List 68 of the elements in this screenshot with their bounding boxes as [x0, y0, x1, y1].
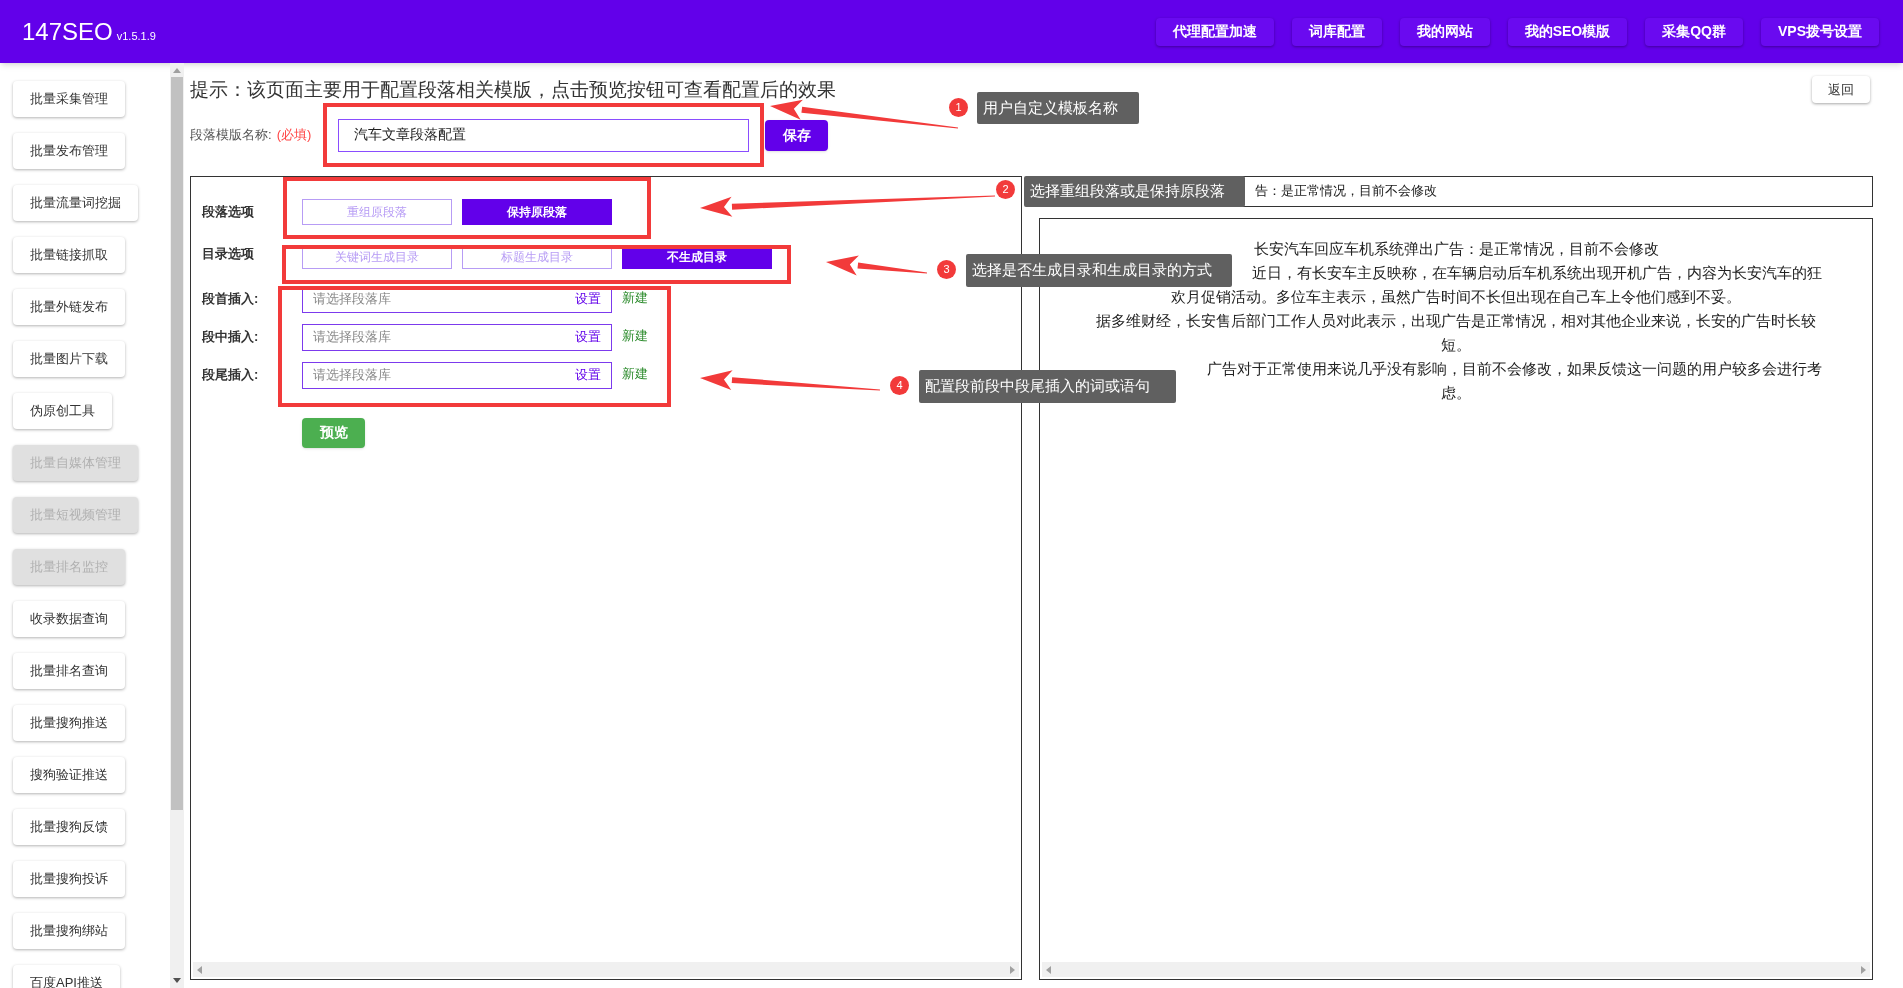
scrollbar-thumb[interactable]: [171, 77, 183, 810]
callout-number: 2: [996, 180, 1015, 199]
sidebar-button[interactable]: 批量链接抓取: [13, 237, 125, 273]
scroll-down-icon[interactable]: [173, 978, 181, 983]
article-line: 短。: [1441, 334, 1471, 355]
sidebar-button[interactable]: 批量排名查询: [13, 653, 125, 689]
sidebar-button[interactable]: 批量采集管理: [13, 81, 125, 117]
sidebar-button[interactable]: 伪原创工具: [13, 393, 112, 429]
save-button[interactable]: 保存: [765, 119, 829, 151]
field-label: 段落模版名称:: [190, 126, 272, 145]
scroll-up-icon[interactable]: [173, 68, 181, 73]
version-label: v1.5.1.9: [116, 28, 156, 44]
horizontal-scrollbar[interactable]: [193, 962, 1019, 977]
template-name-field[interactable]: 汽车文章段落配置: [338, 118, 750, 152]
new-link[interactable]: 新建: [622, 287, 648, 308]
callout-number: 1: [949, 98, 968, 117]
insert-label: 段中插入:: [202, 328, 260, 347]
scroll-left-icon[interactable]: [197, 965, 202, 974]
article-line: 长安汽车回应车机系统弹出广告：是正常情况，目前不会修改: [1253, 238, 1659, 259]
insert-label: 段首插入:: [202, 290, 260, 309]
insert-label: 段尾插入:: [202, 366, 260, 385]
nav-button[interactable]: 词库配置: [1291, 17, 1382, 46]
nav-button[interactable]: VPS拨号设置: [1761, 17, 1879, 46]
required-label: (必填): [276, 126, 312, 145]
callout-label: 用户自定义模板名称: [977, 92, 1139, 124]
sidebar-button[interactable]: 批量搜狗绑站: [13, 913, 125, 949]
sidebar-button[interactable]: 批量图片下载: [13, 341, 125, 377]
nav-button[interactable]: 采集QQ群: [1645, 17, 1743, 46]
sidebar-button[interactable]: 批量搜狗推送: [13, 705, 125, 741]
library-select-field[interactable]: 请选择段落库 设置: [302, 361, 612, 389]
back-button[interactable]: 返回: [1812, 76, 1870, 103]
new-link[interactable]: 新建: [622, 363, 648, 384]
scrollbar[interactable]: [170, 63, 184, 988]
hint-text: 提示：该页面主要用于配置段落相关模版，点击预览按钮可查看配置后的效果: [190, 78, 836, 102]
callout-label: 配置段前段中段尾插入的词或语句: [919, 370, 1176, 403]
sidebar-button[interactable]: 收录数据查询: [13, 601, 125, 637]
sidebar-button[interactable]: 批量搜狗反馈: [13, 809, 125, 845]
library-select-field[interactable]: 请选择段落库 设置: [302, 323, 612, 351]
article-line: 虑。: [1441, 382, 1471, 403]
article-line: 欢月促销活动。多位车主表示，虽然广告时间不长但出现在自己车上令他们感到不妥。: [1171, 286, 1741, 307]
callout-number: 3: [937, 260, 956, 279]
nav-button[interactable]: 我的网站: [1399, 17, 1490, 46]
callout-number: 4: [890, 376, 909, 395]
option-label: 段落选项: [202, 202, 255, 221]
preview-title: 告：是正常情况，目前不会修改: [1255, 182, 1437, 201]
article-line: 近日，有长安车主反映称，在车辆启动后车机系统出现开机广告，内容为长安汽车的狂: [1252, 262, 1822, 283]
new-link[interactable]: 新建: [622, 325, 648, 346]
callout-label: 选择是否生成目录和生成目录的方式: [966, 254, 1232, 287]
article-line: 据多维财经，长安售后部门工作人员对此表示，出现广告是正常情况，相对其他企业来说，长安的广告时长较: [1096, 310, 1816, 331]
callout-label: 选择重组段落或是保持原段落: [1024, 176, 1245, 207]
sidebar-button[interactable]: 批量外链发布: [13, 289, 125, 325]
set-link[interactable]: 设置: [575, 289, 601, 309]
set-link[interactable]: 设置: [575, 365, 601, 385]
sidebar-button[interactable]: 批量流量词挖掘: [13, 185, 138, 221]
sidebar-button[interactable]: 批量搜狗投诉: [13, 861, 125, 897]
scroll-left-icon[interactable]: [1046, 965, 1051, 974]
option-button[interactable]: 保持原段落: [462, 198, 612, 225]
scroll-right-icon[interactable]: [1010, 965, 1015, 974]
horizontal-scrollbar[interactable]: [1042, 962, 1870, 977]
nav-button[interactable]: 代理配置加速: [1155, 17, 1274, 46]
article-line: 广告对于正常使用来说几乎没有影响，目前不会修改，如果反馈这一问题的用户较多会进行考: [1207, 358, 1822, 379]
set-link[interactable]: 设置: [575, 327, 601, 347]
sidebar-button[interactable]: 批量发布管理: [13, 133, 125, 169]
app-title: 147SEO: [22, 16, 113, 47]
option-label: 目录选项: [202, 244, 255, 263]
sidebar-button[interactable]: 搜狗验证推送: [13, 757, 125, 793]
nav-button[interactable]: 我的SEO模版: [1507, 17, 1628, 46]
scroll-right-icon[interactable]: [1861, 965, 1866, 974]
